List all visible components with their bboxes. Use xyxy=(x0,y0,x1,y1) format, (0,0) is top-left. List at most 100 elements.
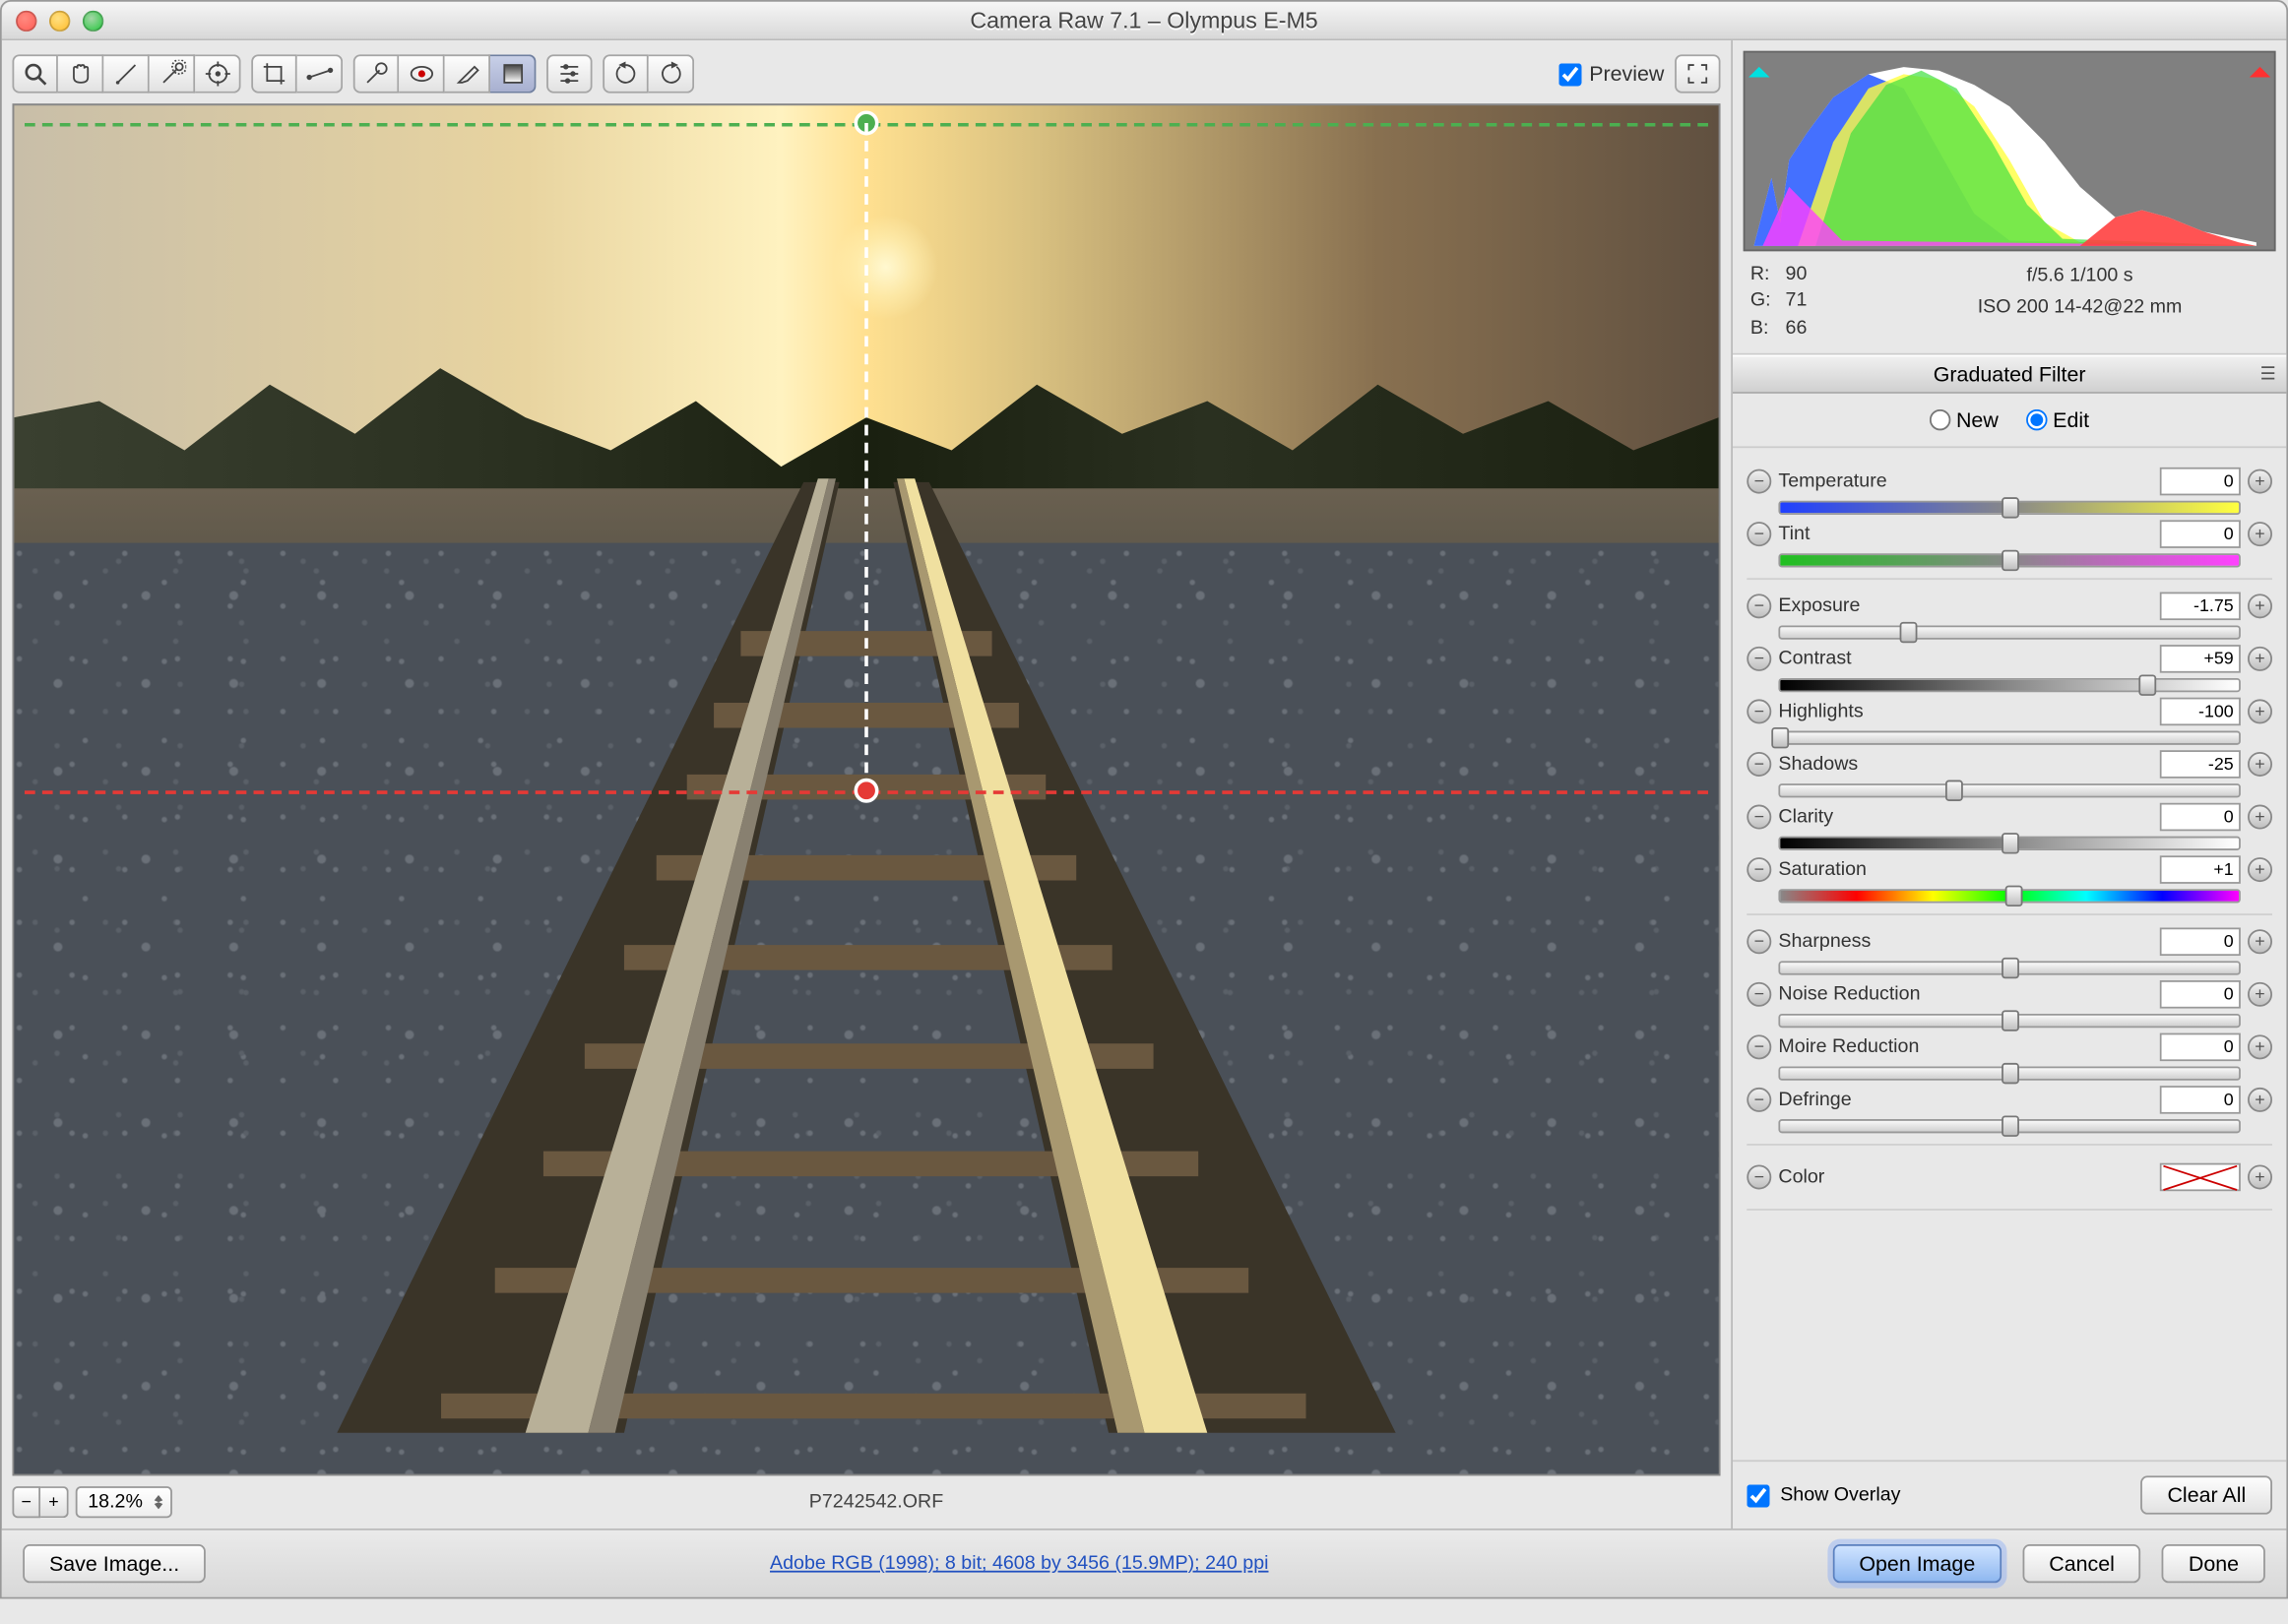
sharpness-plus[interactable]: + xyxy=(2248,930,2272,955)
color-plus[interactable]: + xyxy=(2248,1165,2272,1190)
minimize-button[interactable] xyxy=(49,10,70,31)
contrast-plus[interactable]: + xyxy=(2248,647,2272,671)
temperature-input[interactable] xyxy=(2160,468,2241,496)
save-image-button[interactable]: Save Image... xyxy=(23,1544,206,1583)
panel-menu-icon[interactable]: ☰ xyxy=(2260,366,2276,386)
zoom-select[interactable]: 18.2% xyxy=(76,1486,173,1518)
exposure-input[interactable] xyxy=(2160,593,2241,621)
mode-new[interactable]: New xyxy=(1930,407,1999,432)
saturation-input[interactable] xyxy=(2160,856,2241,885)
clarity-input[interactable] xyxy=(2160,803,2241,832)
shadows-plus[interactable]: + xyxy=(2248,752,2272,777)
tint-minus[interactable]: − xyxy=(1747,522,1771,546)
exposure-minus[interactable]: − xyxy=(1747,594,1771,619)
straighten-tool[interactable] xyxy=(297,54,343,93)
shadows-input[interactable] xyxy=(2160,751,2241,780)
defringe-minus[interactable]: − xyxy=(1747,1088,1771,1112)
saturation-plus[interactable]: + xyxy=(2248,857,2272,882)
contrast-slider[interactable] xyxy=(1778,678,2240,692)
contrast-input[interactable] xyxy=(2160,645,2241,673)
tint-input[interactable] xyxy=(2160,521,2241,549)
sharpness-knob[interactable] xyxy=(2001,958,2018,978)
spot-removal-tool[interactable] xyxy=(353,54,399,93)
done-button[interactable]: Done xyxy=(2162,1544,2265,1583)
shadows-minus[interactable]: − xyxy=(1747,752,1771,777)
zoom-out-button[interactable]: − xyxy=(12,1486,40,1518)
clear-all-button[interactable]: Clear All xyxy=(2141,1475,2272,1514)
red-eye-tool[interactable] xyxy=(399,54,444,93)
saturation-slider[interactable] xyxy=(1778,890,2240,904)
color-swatch[interactable] xyxy=(2160,1163,2241,1192)
preview-checkbox[interactable]: Preview xyxy=(1559,61,1665,86)
saturation-knob[interactable] xyxy=(2005,886,2023,906)
exposure-plus[interactable]: + xyxy=(2248,594,2272,619)
crop-tool[interactable] xyxy=(251,54,296,93)
noise-knob[interactable] xyxy=(2001,1011,2018,1031)
saturation-minus[interactable]: − xyxy=(1747,857,1771,882)
clarity-minus[interactable]: − xyxy=(1747,805,1771,830)
moire-minus[interactable]: − xyxy=(1747,1035,1771,1060)
noise-input[interactable] xyxy=(2160,980,2241,1009)
noise-slider[interactable] xyxy=(1778,1014,2240,1028)
defringe-slider[interactable] xyxy=(1778,1119,2240,1133)
mode-edit[interactable]: Edit xyxy=(2026,407,2089,432)
preferences-button[interactable] xyxy=(546,54,592,93)
rotate-ccw-button[interactable] xyxy=(603,54,648,93)
image-preview[interactable] xyxy=(12,103,1720,1475)
highlights-knob[interactable] xyxy=(1771,727,1789,748)
tint-plus[interactable]: + xyxy=(2248,522,2272,546)
shadow-clip-indicator[interactable] xyxy=(1748,56,1769,77)
sharpness-minus[interactable]: − xyxy=(1747,930,1771,955)
zoom-tool[interactable] xyxy=(12,54,57,93)
noise-plus[interactable]: + xyxy=(2248,982,2272,1007)
preview-checkbox-input[interactable] xyxy=(1559,62,1582,85)
close-button[interactable] xyxy=(16,10,36,31)
shadows-slider[interactable] xyxy=(1778,783,2240,797)
sharpness-input[interactable] xyxy=(2160,928,2241,957)
defringe-knob[interactable] xyxy=(2001,1116,2018,1137)
clarity-knob[interactable] xyxy=(2001,833,2018,853)
fullscreen-button[interactable] xyxy=(1675,54,1720,93)
graduated-filter-tool[interactable] xyxy=(490,54,536,93)
highlights-minus[interactable]: − xyxy=(1747,700,1771,724)
noise-minus[interactable]: − xyxy=(1747,982,1771,1007)
color-sampler-tool[interactable] xyxy=(150,54,195,93)
highlights-slider[interactable] xyxy=(1778,731,2240,745)
color-minus[interactable]: − xyxy=(1747,1165,1771,1190)
contrast-minus[interactable]: − xyxy=(1747,647,1771,671)
exposure-slider[interactable] xyxy=(1778,626,2240,640)
shadows-knob[interactable] xyxy=(1945,781,1963,801)
temperature-minus[interactable]: − xyxy=(1747,469,1771,494)
tint-knob[interactable] xyxy=(2001,550,2018,571)
moire-slider[interactable] xyxy=(1778,1067,2240,1081)
moire-knob[interactable] xyxy=(2001,1063,2018,1084)
clarity-slider[interactable] xyxy=(1778,837,2240,850)
moire-input[interactable] xyxy=(2160,1033,2241,1062)
clarity-plus[interactable]: + xyxy=(2248,805,2272,830)
temperature-knob[interactable] xyxy=(2001,497,2018,518)
defringe-input[interactable] xyxy=(2160,1086,2241,1114)
highlights-input[interactable] xyxy=(2160,698,2241,726)
white-balance-tool[interactable] xyxy=(103,54,149,93)
gradient-end-handle[interactable] xyxy=(855,778,879,802)
show-overlay-checkbox[interactable] xyxy=(1747,1483,1769,1506)
targeted-adjustment-tool[interactable] xyxy=(195,54,240,93)
temperature-slider[interactable] xyxy=(1778,501,2240,515)
cancel-button[interactable]: Cancel xyxy=(2022,1544,2140,1583)
contrast-knob[interactable] xyxy=(2138,675,2156,696)
zoom-button[interactable] xyxy=(83,10,103,31)
highlights-plus[interactable]: + xyxy=(2248,700,2272,724)
gradient-axis-line[interactable] xyxy=(864,123,868,789)
defringe-plus[interactable]: + xyxy=(2248,1088,2272,1112)
highlight-clip-indicator[interactable] xyxy=(2250,56,2270,77)
tint-slider[interactable] xyxy=(1778,554,2240,568)
exposure-knob[interactable] xyxy=(1900,622,1918,643)
open-image-button[interactable]: Open Image xyxy=(1833,1544,2002,1583)
rotate-cw-button[interactable] xyxy=(649,54,694,93)
workflow-link[interactable]: Adobe RGB (1998); 8 bit; 4608 by 3456 (1… xyxy=(770,1553,1268,1574)
adjustment-brush-tool[interactable] xyxy=(445,54,490,93)
hand-tool[interactable] xyxy=(58,54,103,93)
histogram[interactable] xyxy=(1744,51,2276,251)
sharpness-slider[interactable] xyxy=(1778,962,2240,975)
zoom-in-button[interactable]: + xyxy=(40,1486,69,1518)
